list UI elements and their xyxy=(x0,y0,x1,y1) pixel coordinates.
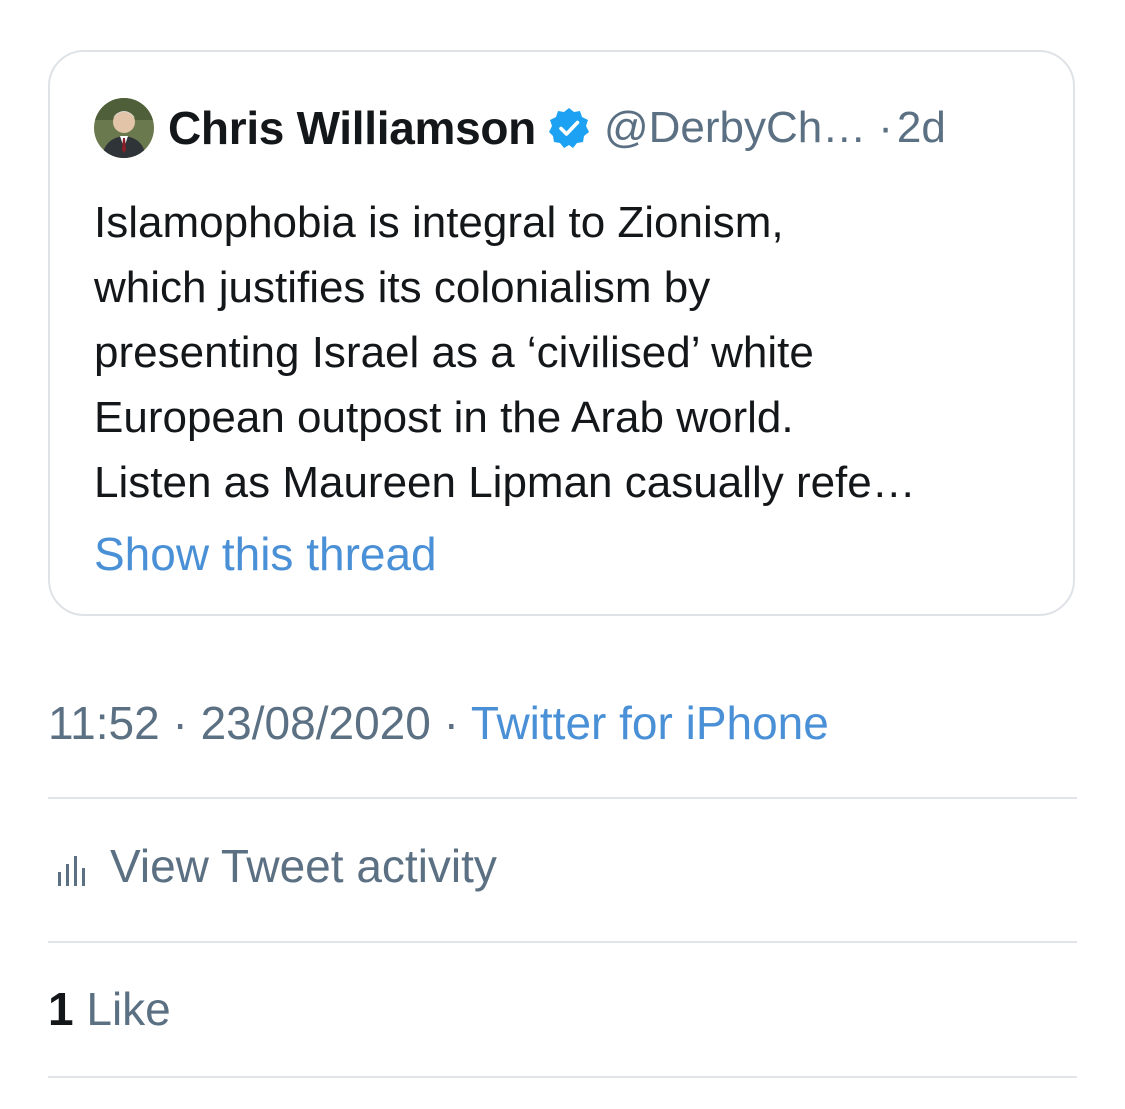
divider xyxy=(48,797,1077,799)
tweet-age: 2d xyxy=(896,103,946,152)
divider xyxy=(48,941,1077,943)
divider xyxy=(48,1076,1077,1078)
tweet-text-line: Islamophobia is integral to Zionism, xyxy=(94,198,784,247)
show-thread-link[interactable]: Show this thread xyxy=(94,527,437,581)
likes-summary[interactable]: 1 Like xyxy=(48,982,171,1036)
meta-separator: · xyxy=(172,697,188,749)
tweet-text-line: presenting Israel as a ‘civilised’ white xyxy=(94,328,814,377)
quoted-tweet-header: Chris Williamson @DerbyCh… · 2d xyxy=(94,96,946,160)
tweet-meta: 11:52 · 23/08/2020 · Twitter for iPhone xyxy=(48,696,829,750)
tweet-text-line: Listen as Maureen Lipman casually refe… xyxy=(94,458,916,507)
author-handle[interactable]: @DerbyCh… xyxy=(604,103,866,153)
header-separator: · xyxy=(878,103,893,152)
tweet-text-line: European outpost in the Arab world. xyxy=(94,393,794,442)
tweet-text-line: which justifies its colonialism by xyxy=(94,263,711,312)
tweet-date: 23/08/2020 xyxy=(200,697,431,749)
likes-count: 1 xyxy=(48,983,74,1035)
view-tweet-activity-button[interactable]: View Tweet activity xyxy=(48,834,497,898)
quoted-tweet-card[interactable]: Chris Williamson @DerbyCh… · 2d Islamoph… xyxy=(48,50,1075,616)
verified-badge-icon xyxy=(548,107,590,149)
author-name[interactable]: Chris Williamson xyxy=(168,101,536,155)
tweet-time: 11:52 xyxy=(48,697,160,749)
meta-separator: · xyxy=(443,697,459,749)
view-tweet-activity-label: View Tweet activity xyxy=(110,840,497,892)
tweet-source-link[interactable]: Twitter for iPhone xyxy=(471,697,829,749)
likes-label: Like xyxy=(86,983,171,1035)
bar-chart-icon xyxy=(48,850,88,890)
quoted-tweet-text: Islamophobia is integral to Zionism, whi… xyxy=(94,190,1054,515)
avatar[interactable] xyxy=(94,98,154,158)
